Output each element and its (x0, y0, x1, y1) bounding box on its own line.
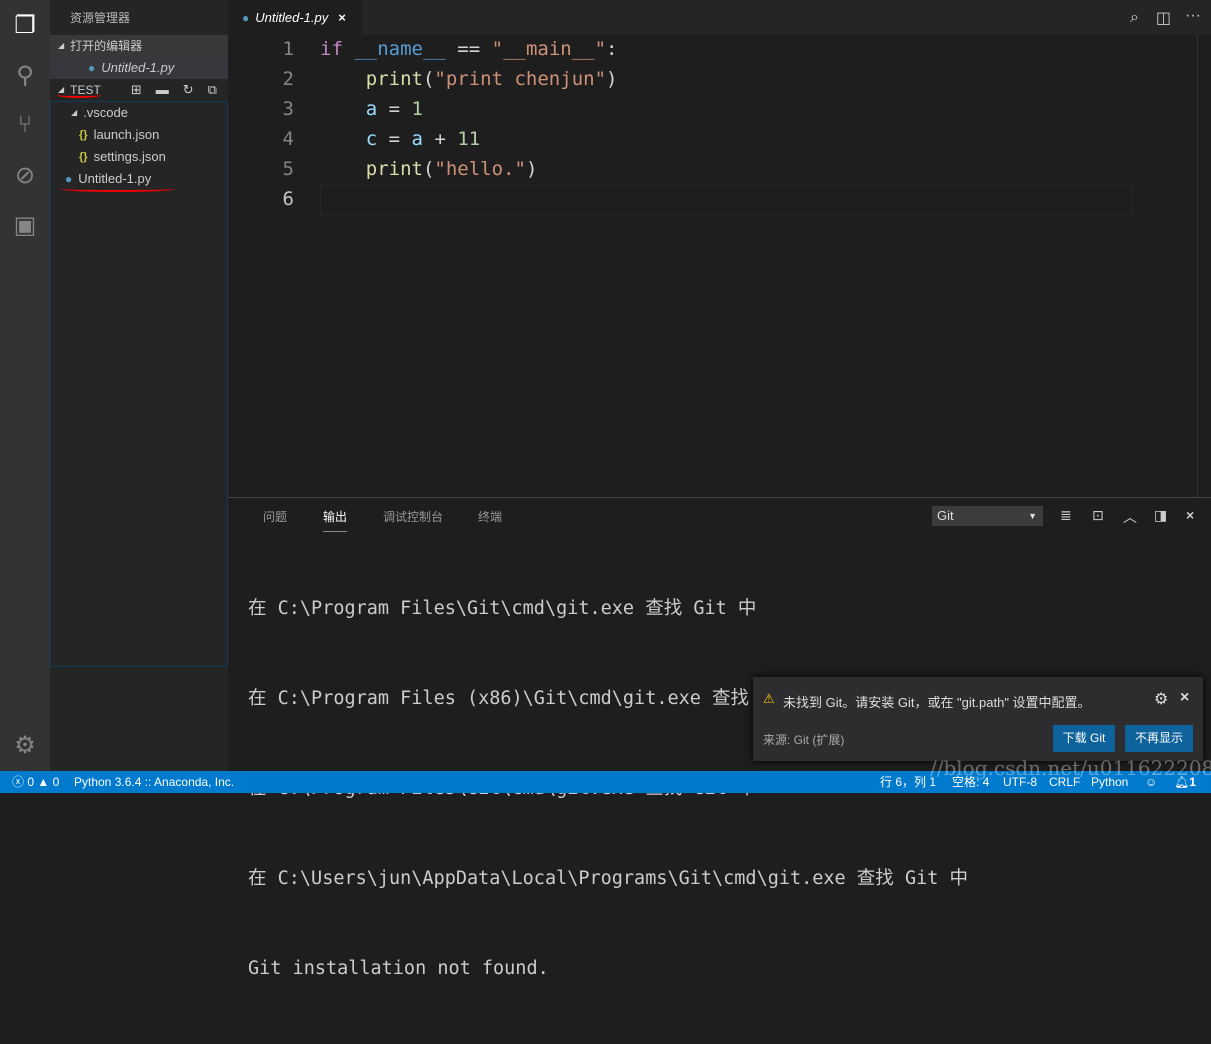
cursor-position[interactable]: 行 6，列 1 (880, 771, 936, 793)
annotation-underline (60, 186, 175, 192)
open-editors-label: 打开的编辑器 (70, 39, 143, 53)
git-notification: ⚠ 未找到 Git。请安装 Git，或在 "git.path" 设置中配置。 ⚙… (753, 677, 1203, 761)
output-line: 在 C:\Program Files\Git\cmd\git.exe 查找 Gi… (248, 598, 757, 619)
python-interpreter[interactable]: Python 3.6.4 :: Anaconda, Inc. (74, 771, 234, 793)
toggle-panel-position-icon[interactable]: ◨ (1154, 507, 1167, 524)
line-number: 3 (282, 98, 294, 120)
split-editor-icon[interactable]: ◫ (1156, 8, 1171, 28)
error-count: 0 (27, 775, 35, 789)
code-line: print("hello.") (365, 158, 538, 180)
new-file-icon[interactable]: ⊞ (131, 82, 156, 97)
tree-item-folder[interactable]: ◢ .vscode (51, 102, 227, 124)
folder-actions[interactable]: ⊞▬↻⧉ (131, 79, 231, 101)
search-icon[interactable]: ⚲ (0, 50, 50, 100)
dont-show-again-button[interactable]: 不再显示 (1125, 725, 1193, 752)
tab-bar: ● Untitled-1.py × ⌕ ◫ ··· (228, 0, 1211, 35)
close-icon[interactable]: × (1180, 689, 1189, 707)
line-number: 2 (282, 68, 294, 90)
code-line: a = 1 (365, 98, 423, 120)
line-number: 6 (282, 188, 294, 210)
refresh-icon[interactable]: ↻ (183, 82, 208, 97)
tab-output[interactable]: 输出 (323, 508, 348, 532)
python-icon: ● (242, 10, 250, 25)
new-folder-icon[interactable]: ▬ (156, 82, 183, 97)
current-line-highlight (320, 185, 1132, 215)
code-line: print("print chenjun") (365, 68, 618, 90)
output-channel-select[interactable]: Git ▼ (932, 506, 1043, 526)
problems-indicator[interactable]: ⓧ 0 ▲ 0 (12, 771, 59, 793)
tree-item-file[interactable]: {} settings.json (51, 146, 227, 168)
annotation-underline (57, 92, 101, 98)
files-icon[interactable]: ❐ (0, 0, 50, 50)
code-editor[interactable]: 1 2 3 4 5 6 if __name__ == "__main__": print(… (228, 35, 1211, 497)
gear-icon[interactable]: ⚙ (0, 720, 50, 770)
tree-item-file[interactable]: {} launch.json (51, 124, 227, 146)
code-line: c = a + 11 (365, 128, 481, 150)
open-preview-icon[interactable]: ⌕ (1130, 9, 1139, 27)
notification-message: 未找到 Git。请安装 Git，或在 "git.path" 设置中配置。 (783, 695, 1091, 710)
maximize-panel-icon[interactable]: ︿ (1123, 507, 1137, 527)
tree-item-label: launch.json (93, 127, 160, 142)
source-control-icon[interactable]: ⑂ (0, 100, 50, 150)
warning-count: 0 (52, 775, 60, 789)
code-line: if __name__ == "__main__": (320, 38, 618, 60)
minimap-scrollbar[interactable] (1197, 35, 1211, 497)
close-panel-icon[interactable]: × (1186, 507, 1194, 523)
output-line: 在 C:\Users\jun\AppData\Local\Programs\Gi… (248, 868, 969, 889)
tab-label: Untitled-1.py (255, 10, 329, 25)
status-bar: ⓧ 0 ▲ 0 Python 3.6.4 :: Anaconda, Inc. 行… (0, 757, 1211, 793)
json-icon: {} (79, 151, 88, 163)
tree-item-label: settings.json (93, 149, 166, 164)
python-icon: ● (88, 61, 96, 75)
output-line: Git installation not found. (248, 958, 549, 979)
extensions-icon[interactable]: ▣ (0, 200, 50, 250)
sidebar-title: 资源管理器 (70, 11, 131, 25)
line-number: 1 (282, 38, 294, 60)
notification-source: 来源: Git (扩展) (763, 733, 845, 747)
debug-icon[interactable]: ⊘ (0, 150, 50, 200)
tab-problems[interactable]: 问题 (263, 508, 287, 525)
json-icon: {} (79, 129, 88, 141)
activity-bar: ❐ ⚲ ⑂ ⊘ ▣ ⚙ (0, 0, 50, 771)
warning-icon: ⚠ (763, 691, 775, 706)
open-editors-header[interactable]: ◢ 打开的编辑器 (50, 35, 228, 57)
tab-terminal[interactable]: 终端 (478, 508, 502, 525)
open-editor-item[interactable]: ● Untitled-1.py (50, 57, 228, 79)
channel-value: Git (937, 508, 954, 523)
lock-scroll-icon[interactable]: ⊡ (1092, 507, 1104, 524)
watermark: //blog.csdn.net/u011622208 (930, 756, 1211, 780)
tab-untitled-1[interactable]: ● Untitled-1.py × (228, 0, 362, 35)
close-icon[interactable]: × (338, 10, 346, 25)
explorer-sidebar: 资源管理器 ◢ 打开的编辑器 ● Untitled-1.py ◢ TEST ⊞▬↻⧉ … (50, 0, 228, 771)
tab-debug-console[interactable]: 调试控制台 (383, 508, 443, 525)
download-git-button[interactable]: 下载 Git (1053, 725, 1115, 752)
clear-output-icon[interactable]: ≣ (1060, 507, 1072, 524)
open-editor-name: Untitled-1.py (101, 60, 175, 75)
line-number: 5 (282, 158, 294, 180)
gear-icon[interactable]: ⚙ (1154, 689, 1168, 709)
line-number: 4 (282, 128, 294, 150)
tree-item-label: .vscode (83, 105, 128, 120)
more-actions-icon[interactable]: ··· (1185, 7, 1201, 25)
